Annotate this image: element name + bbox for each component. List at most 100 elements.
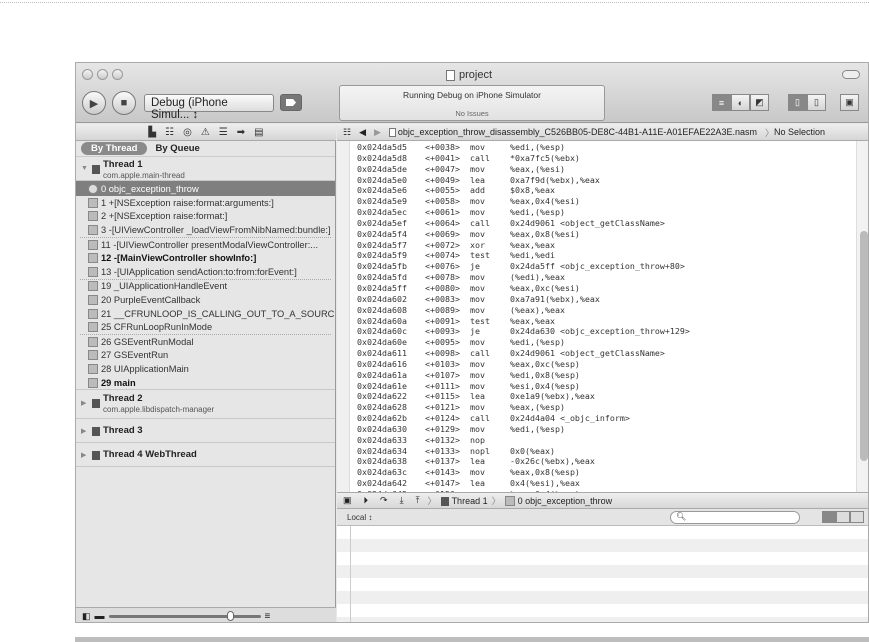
stack-frame-row[interactable]: 11 -[UIViewController presentModalViewCo…: [76, 238, 335, 252]
variables-view[interactable]: [337, 526, 868, 622]
organizer-button[interactable]: ▣: [840, 94, 859, 111]
disassembly-line: 0x024da616 <+0103> mov %eax,0xc(%esp): [357, 359, 690, 370]
offset: <+0111>: [425, 380, 460, 391]
more-frames-icon: ≡: [264, 610, 271, 622]
run-button[interactable]: ▶: [82, 91, 106, 115]
stack-frame-row[interactable]: 29 main: [76, 376, 335, 390]
step-over-button[interactable]: ↷: [380, 495, 388, 506]
hide-debug-area-button[interactable]: ▣: [343, 495, 352, 506]
address: 0x024da5fb: [357, 261, 407, 272]
stack-frame-row[interactable]: 27 GSEventRun: [76, 349, 335, 363]
offset: <+0076>: [425, 261, 460, 272]
stack-frame-row[interactable]: 2 +[NSException raise:format:]: [76, 210, 335, 224]
back-button[interactable]: ◀: [359, 127, 366, 138]
frame-icon: [88, 294, 98, 305]
frame-compression-slider[interactable]: [108, 610, 261, 621]
console-only-button[interactable]: [850, 511, 864, 523]
zoom-button[interactable]: [112, 69, 123, 80]
toolbar-toggle-button[interactable]: [842, 70, 860, 79]
frame-icon: [88, 211, 98, 222]
search-navigator-icon[interactable]: ◎: [183, 127, 192, 138]
disclosure-closed-icon[interactable]: ▶: [81, 451, 89, 459]
navigator-toggle-button[interactable]: ▯: [788, 94, 807, 111]
jumpbar-file[interactable]: objc_exception_throw_disassembly_C526BB0…: [398, 127, 757, 137]
disclosure-closed-icon[interactable]: ▶: [81, 427, 89, 435]
stack-frame-row[interactable]: 13 -[UIApplication sendAction:to:from:fo…: [76, 265, 335, 279]
offset: <+0055>: [425, 185, 460, 196]
address: 0x024da5f7: [357, 239, 407, 250]
debug-navigator-icon[interactable]: ☰: [219, 127, 228, 138]
disassembly-line: 0x024da5d8 <+0041> call *0xa7fc5(%ebx): [357, 153, 690, 164]
project-navigator-icon[interactable]: ▙: [148, 127, 156, 138]
disassembly-line: 0x024da5e9 <+0058> mov %eax,0x4(%esi): [357, 196, 690, 207]
activity-viewer: Running Debug on iPhone Simulator No Iss…: [339, 85, 605, 121]
symbol-navigator-icon[interactable]: ☷: [165, 127, 174, 138]
stop-button[interactable]: ■: [112, 91, 136, 115]
variables-scope-popup[interactable]: Local ↕: [347, 513, 372, 522]
operands: 0x4(%esi),%eax: [510, 478, 580, 489]
thread-4-row[interactable]: ▶ Thread 4 WebThread: [76, 443, 335, 468]
both-panes-button[interactable]: [836, 511, 850, 523]
jumpbar-selection[interactable]: No Selection: [774, 127, 825, 137]
step-out-button[interactable]: ⤒: [416, 495, 420, 506]
address: 0x024da616: [357, 358, 407, 369]
address: 0x024da638: [357, 456, 407, 467]
issue-navigator-icon[interactable]: ⚠: [201, 127, 210, 138]
stack-frame-row[interactable]: 19 _UIApplicationHandleEvent: [76, 280, 335, 294]
tab-by-thread[interactable]: By Thread: [81, 142, 148, 155]
disclosure-closed-icon[interactable]: ▶: [81, 399, 89, 407]
thread-2-row[interactable]: ▶ Thread 2 com.apple.libdispatch-manager: [76, 389, 335, 420]
forward-button[interactable]: ▶: [374, 127, 381, 138]
disassembly-line: 0x024da634 <+0133> nopl 0x0(%eax): [357, 446, 690, 457]
standard-editor-button[interactable]: ≡: [712, 94, 731, 111]
thread-3-row[interactable]: ▶ Thread 3: [76, 419, 335, 444]
offset: <+0147>: [425, 478, 460, 489]
frame-icon: [88, 336, 98, 347]
activity-status: No Issues: [455, 109, 489, 118]
log-navigator-icon[interactable]: ▤: [254, 127, 263, 138]
mnemonic: je: [470, 326, 480, 337]
minimize-button[interactable]: [97, 69, 108, 80]
stack-frame-row[interactable]: 0 objc_exception_throw: [76, 181, 335, 196]
editor-mode-buttons: ≡ ◐ ◩: [712, 94, 769, 111]
frame-label: 19 _UIApplicationHandleEvent: [101, 281, 228, 292]
operands: 0x0(%eax): [510, 445, 555, 456]
stack-frame-row[interactable]: 28 UIApplicationMain: [76, 362, 335, 376]
stack-frame-row[interactable]: 26 GSEventRunModal: [76, 335, 335, 349]
variables-search-field[interactable]: 🔍︎: [670, 511, 800, 524]
show-crashed-only-icon[interactable]: ◧: [82, 611, 91, 622]
disclosure-open-icon[interactable]: ▼: [81, 165, 89, 172]
variables-only-button[interactable]: [822, 511, 836, 523]
stack-frame-row[interactable]: 1 +[NSException raise:format:arguments:]: [76, 196, 335, 210]
breadcrumb-frame[interactable]: 0 objc_exception_throw: [504, 495, 612, 506]
breakpoint-navigator-icon[interactable]: ➡: [237, 127, 245, 138]
disassembly-line: 0x024da62b <+0124> call 0x24d4a04 <_objc_in…: [357, 413, 690, 424]
frame-label: 2 +[NSException raise:format:]: [101, 211, 228, 222]
step-into-button[interactable]: ⤓: [400, 495, 404, 506]
version-editor-button[interactable]: ◩: [750, 94, 769, 111]
vertical-scrollbar[interactable]: [856, 141, 868, 492]
address: 0x024da61e: [357, 380, 407, 391]
stack-frame-row[interactable]: 3 -[UIViewController _loadViewFromNibNam…: [76, 223, 335, 237]
debug-bar: ▣ ⏵ ↷ ⤓ ⤒ 〉 Thread 1 〉 0 objc_exception_…: [337, 492, 868, 509]
assistant-editor-button[interactable]: ◐: [731, 94, 750, 111]
slider-knob[interactable]: [227, 610, 235, 621]
tab-by-queue[interactable]: By Queue: [155, 143, 199, 154]
utilities-toggle-button[interactable]: ▯: [807, 94, 826, 111]
address: 0x024da628: [357, 402, 407, 413]
stack-frame-row[interactable]: 25 CFRunLoopRunInMode: [76, 320, 335, 334]
stack-frame-row[interactable]: 21 __CFRUNLOOP_IS_CALLING_OUT_TO_A_SOURC…: [76, 307, 335, 321]
scheme-selector[interactable]: Debug (iPhone Simul... ↕: [144, 94, 274, 121]
offset: <+0103>: [425, 358, 460, 369]
close-button[interactable]: [82, 69, 93, 80]
scrollbar-thumb[interactable]: [860, 231, 868, 461]
stack-frame-row[interactable]: 20 PurpleEventCallback: [76, 293, 335, 307]
related-items-icon[interactable]: ☷: [343, 127, 351, 138]
disassembly-editor[interactable]: 0x024da5d5 <+0038> mov %edi,(%esp) 0x024da5d…: [337, 141, 868, 521]
breakpoints-button[interactable]: [280, 94, 302, 111]
stack-frame-row[interactable]: 12 -[MainViewController showInfo:]: [76, 251, 335, 265]
disassembly-line: 0x024da60a <+0091> test %eax,%eax: [357, 316, 690, 327]
thread-1-row[interactable]: ▼ Thread 1 com.apple.main-thread: [76, 157, 335, 181]
breadcrumb-thread[interactable]: Thread 1: [440, 496, 488, 506]
continue-button[interactable]: ⏵: [364, 495, 369, 506]
